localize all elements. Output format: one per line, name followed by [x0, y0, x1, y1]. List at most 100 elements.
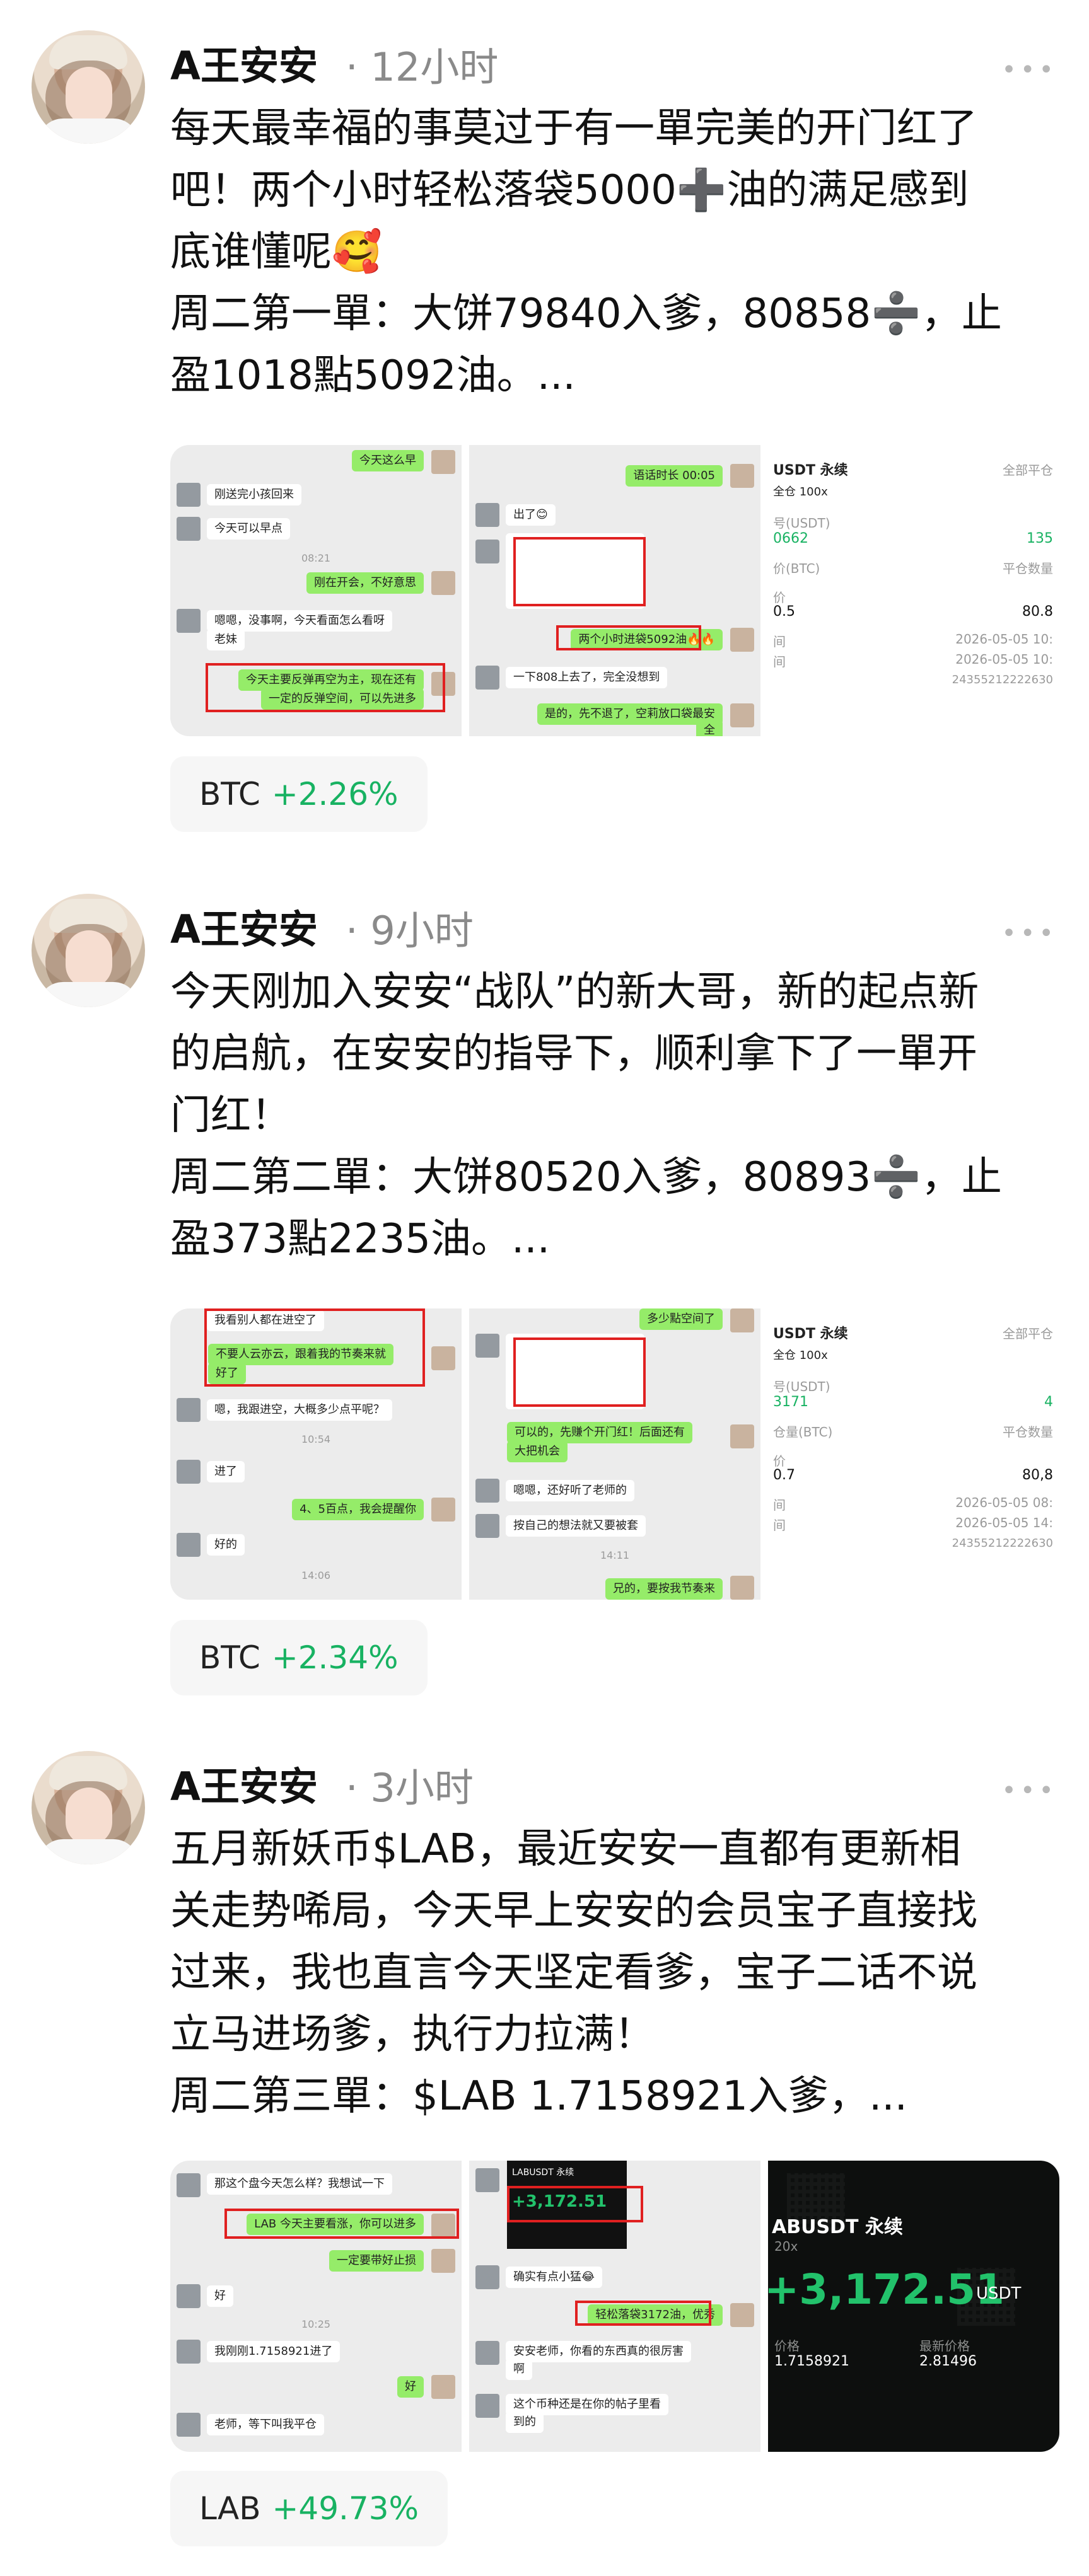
chat-bubble: 好 — [207, 2285, 233, 2307]
chat-screenshot[interactable]: 今天这么早 刚送完小孩回来 今天可以早点 08:21 刚在开会，不好意思 嗯嗯，… — [170, 445, 462, 736]
coin-symbol: BTC — [199, 1639, 260, 1676]
chat-bubble: 是的，先不退了，空莉放口袋最安 — [537, 703, 723, 725]
chat-bubble: 嗯，我跟进空，大概多少点平呢？ — [207, 1399, 392, 1421]
pnl-value: +3,172.51 — [768, 2265, 1005, 2314]
chat-bubble: 啊 — [506, 2359, 532, 2380]
more-options-icon[interactable]: ••• — [1001, 55, 1057, 84]
trade-card-screenshot[interactable]: USDT 永续 全部平仓 全仓 100x 号(USDT) 3171 4 仓量(B… — [768, 1308, 1059, 1600]
post-text-line: 盈373點2235油。... — [170, 1216, 550, 1262]
post-text-line: 关走势唏局，今天早上安安的会员宝子直接找 — [170, 1888, 977, 1934]
card-label: 号(USDT) — [773, 1379, 830, 1394]
image-grid: 我看别人都在进空了 不要人云亦云，跟着我的节奏来就 好了 嗯，我跟进空，大概多少… — [170, 1308, 1059, 1600]
chat-bubble: 嗯嗯，没事啊，今天看面怎么看呀 — [207, 610, 392, 632]
chat-screenshot[interactable]: 那这个盘今天怎么样？我想试一下 LAB 今天主要看涨，你可以进多 一定要带好止损… — [170, 2161, 462, 2452]
coin-change: +2.34% — [271, 1639, 399, 1676]
coin-tag-lab[interactable]: LAB +49.73% — [170, 2471, 448, 2546]
chat-bubble: 今天这么早 — [352, 450, 424, 471]
card-title: ABUSDT 永续 — [772, 2216, 903, 2238]
chat-screenshot[interactable]: LABUSDT 永续 +3,172.51 确实有点小猛😂 轻松落袋3172油，优… — [469, 2161, 760, 2452]
card-value: 2026-05-05 08: — [955, 1495, 1053, 1510]
avatar[interactable] — [32, 30, 145, 144]
card-value: 0.7 — [773, 1467, 795, 1483]
post-time: · 9小时 — [346, 908, 474, 954]
card-value: 4 — [1044, 1394, 1053, 1410]
author-name[interactable]: A王安安 — [170, 34, 318, 91]
author-name[interactable]: A王安安 — [170, 1755, 318, 1811]
card-value: 2.81496 — [919, 2354, 977, 2369]
pnl-unit: USDT — [976, 2284, 1022, 2303]
chat-bubble: 语话时长 00:05 — [626, 465, 723, 487]
post-text-line: 立马进场爹，执行力拉满！ — [170, 2011, 655, 2058]
card-label: 间 — [773, 1518, 786, 1533]
post-text-line: 盈1018點5092油。... — [170, 352, 576, 399]
card-label: 平仓数量 — [1003, 561, 1053, 576]
chat-bubble: 刚在开会，不好意思 — [306, 572, 424, 594]
pnl-card-screenshot[interactable]: ABUSDT 永续 20x +3,172.51 USDT 价格 1.715892… — [768, 2161, 1059, 2452]
chat-timestamp: 14:06 — [301, 1569, 331, 1581]
more-options-icon[interactable]: ••• — [1001, 1776, 1057, 1805]
post-text-line: 底谁懂呢🥰 — [170, 229, 382, 275]
chat-screenshot[interactable]: 我看别人都在进空了 不要人云亦云，跟着我的节奏来就 好了 嗯，我跟进空，大概多少… — [170, 1308, 462, 1600]
highlight-box — [206, 663, 445, 712]
chat-bubble: 可以的，先赚个开门红！后面还有 — [507, 1422, 692, 1443]
post-2[interactable]: A王安安 · 9小时 ••• 今天刚加入安安“战队”的新大哥，新的起点新 的启航… — [0, 863, 1089, 1721]
chat-bubble: 到的 — [506, 2411, 544, 2433]
chat-bubble: 确实有点小猛😂 — [506, 2267, 603, 2288]
post-time: · 12小时 — [346, 44, 499, 90]
highlight-box — [556, 625, 701, 650]
card-label: 间 — [773, 654, 786, 669]
thumb-title: LABUSDT 永续 — [512, 2168, 574, 2178]
coin-symbol: BTC — [199, 776, 260, 812]
card-label: 价格 — [774, 2338, 800, 2354]
chat-bubble: 今天可以早点 — [207, 518, 290, 540]
card-title: USDT 永续 — [773, 1326, 848, 1342]
avatar[interactable] — [32, 1751, 145, 1864]
highlight-box — [204, 1308, 425, 1387]
card-label: 最新价格 — [919, 2338, 970, 2354]
post-text[interactable]: 五月新妖币$LAB，最近安安一直都有更新相 关走势唏局，今天早上安安的会员宝子直… — [170, 1818, 1059, 2127]
more-options-icon[interactable]: ••• — [1001, 919, 1057, 948]
highlight-box — [575, 2301, 711, 2326]
image-grid: 那这个盘今天怎么样？我想试一下 LAB 今天主要看涨，你可以进多 一定要带好止损… — [170, 2161, 1059, 2452]
chat-bubble: 老师，等下叫我平仓 — [207, 2414, 324, 2435]
avatar[interactable] — [32, 894, 145, 1007]
post-text[interactable]: 今天刚加入安安“战队”的新大哥，新的起点新 的启航，在安安的指导下，顺利拿下了一… — [170, 961, 1059, 1270]
highlight-box — [513, 537, 646, 606]
coin-tag-btc[interactable]: BTC +2.26% — [170, 756, 428, 832]
post-1[interactable]: A王安安 · 12小时 ••• 每天最幸福的事莫过于有一單完美的开门红了 吧！两… — [0, 0, 1089, 863]
author-name[interactable]: A王安安 — [170, 898, 318, 954]
post-text-line: 周二第二單：大饼80520入爹，80893➗，止 — [170, 1154, 1002, 1201]
chat-screenshot[interactable]: 语话时长 00:05 出了😊 两个小时进袋5092油🔥🔥 一下808上去了，完全… — [469, 445, 760, 736]
coin-change: +49.73% — [272, 2490, 419, 2527]
post-3[interactable]: A王安安 · 3小时 ••• 五月新妖币$LAB，最近安安一直都有更新相 关走势… — [0, 1721, 1089, 2576]
card-value: 1.7158921 — [774, 2354, 849, 2369]
post-text-line: 门红！ — [170, 1092, 291, 1139]
card-mode: 全仓 100x — [773, 485, 828, 499]
chat-bubble: 兄的，要按我节奏来 — [605, 1578, 723, 1600]
card-value: 2026-05-05 14: — [955, 1515, 1053, 1530]
chat-bubble: 进了 — [207, 1461, 245, 1482]
chat-bubble: 大把机会 — [507, 1441, 568, 1462]
post-text-line: 今天刚加入安安“战队”的新大哥，新的起点新 — [170, 969, 979, 1015]
post-time: · 3小时 — [346, 1765, 474, 1811]
card-label: 间 — [773, 634, 786, 649]
coin-tag-btc[interactable]: BTC +2.34% — [170, 1620, 428, 1695]
card-value: 0.5 — [773, 604, 795, 620]
trade-card-screenshot[interactable]: USDT 永续 全部平仓 全仓 100x 号(USDT) 0662 135 价(… — [768, 445, 1059, 736]
highlight-box — [507, 2186, 643, 2222]
chat-bubble: 全 — [696, 720, 723, 736]
chat-timestamp: 08:21 — [301, 552, 331, 564]
chat-bubble: 出了😊 — [506, 504, 556, 526]
chat-bubble: 那这个盘今天怎么样？我想试一下 — [207, 2173, 392, 2195]
chat-bubble: 按自己的想法就又要被套 — [506, 1515, 646, 1537]
chat-screenshot[interactable]: 多少點空间了 可以的，先赚个开门红！后面还有 大把机会 嗯嗯，还好听了老师的 按… — [469, 1308, 760, 1600]
post-text[interactable]: 每天最幸福的事莫过于有一單完美的开门红了 吧！两个小时轻松落袋5000➕油的满足… — [170, 98, 1059, 407]
card-value: 80.8 — [1022, 604, 1053, 620]
card-value: 0662 — [773, 531, 808, 546]
chat-bubble: 多少點空间了 — [639, 1308, 723, 1330]
image-grid: 今天这么早 刚送完小孩回来 今天可以早点 08:21 刚在开会，不好意思 嗯嗯，… — [170, 445, 1059, 736]
card-id: 24355212222630 — [952, 1537, 1053, 1550]
chat-timestamp: 10:25 — [301, 2318, 331, 2330]
card-label: 全部平仓 — [1003, 1326, 1053, 1341]
chat-timestamp: 14:11 — [600, 1549, 630, 1561]
